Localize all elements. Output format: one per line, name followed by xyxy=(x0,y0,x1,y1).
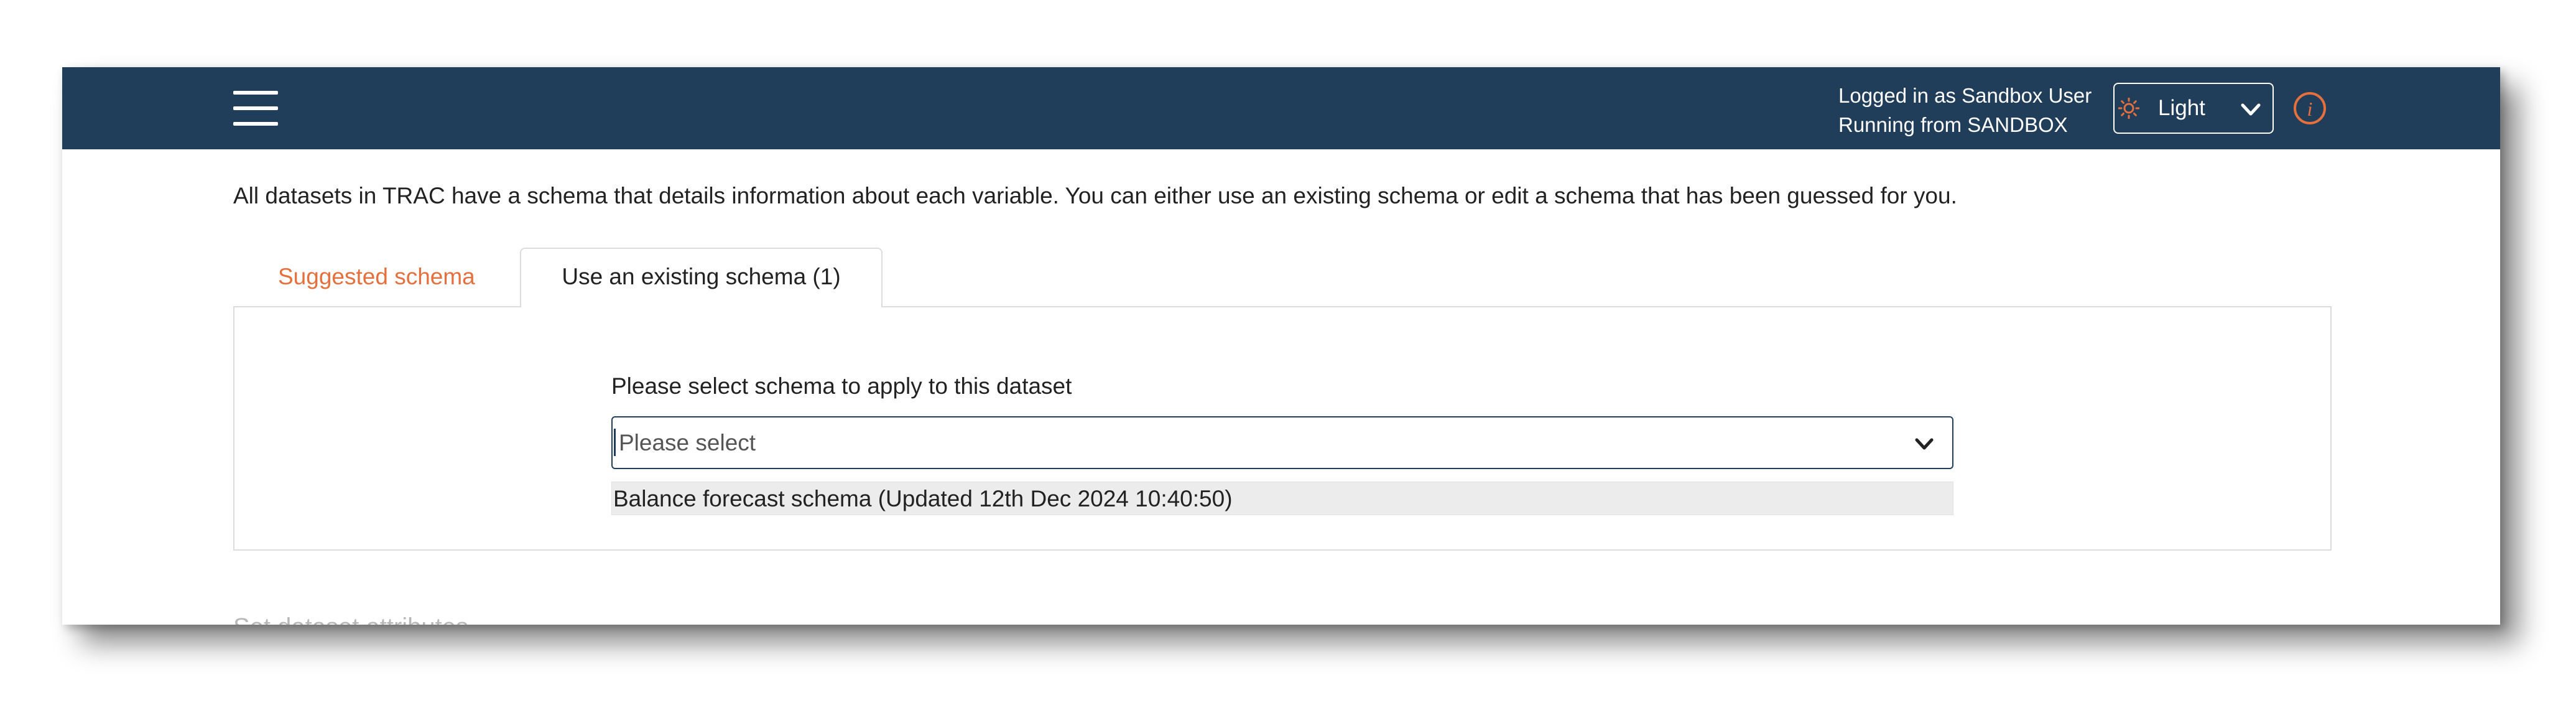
schema-select-label: Please select schema to apply to this da… xyxy=(611,373,1072,399)
chevron-down-icon xyxy=(2241,103,2261,116)
schema-option[interactable]: Balance forecast schema (Updated 12th De… xyxy=(611,482,1953,515)
svg-text:i: i xyxy=(2307,98,2313,120)
intro-text: All datasets in TRAC have a schema that … xyxy=(233,183,1957,208)
text-cursor xyxy=(614,429,616,456)
chevron-down-icon[interactable] xyxy=(1914,436,1934,452)
tab-use-existing-schema[interactable]: Use an existing schema (1) xyxy=(520,248,883,307)
tab-suggested-schema[interactable]: Suggested schema xyxy=(278,264,475,290)
theme-select[interactable]: Light xyxy=(2113,83,2274,134)
running-from-text: Running from SANDBOX xyxy=(1838,113,2068,136)
hamburger-menu-icon[interactable] xyxy=(233,91,278,126)
info-icon[interactable]: i xyxy=(2292,91,2327,126)
schema-option-label: Balance forecast schema (Updated 12th De… xyxy=(613,486,1233,511)
sun-icon xyxy=(2118,98,2139,119)
top-navigation-bar: Logged in as Sandbox User Running from S… xyxy=(62,67,2500,149)
tab-use-existing-schema-label: Use an existing schema (1) xyxy=(562,264,841,289)
schema-select-input[interactable]: Please select xyxy=(611,416,1953,469)
app-window: Logged in as Sandbox User Running from S… xyxy=(62,67,2500,625)
theme-select-value: Light xyxy=(2158,96,2205,120)
user-info: Logged in as Sandbox User Running from S… xyxy=(1838,81,2092,139)
logged-in-text: Logged in as Sandbox User xyxy=(1838,84,2092,107)
next-section-heading: Set dataset attributes xyxy=(233,613,468,625)
schema-select-placeholder: Please select xyxy=(619,430,756,455)
